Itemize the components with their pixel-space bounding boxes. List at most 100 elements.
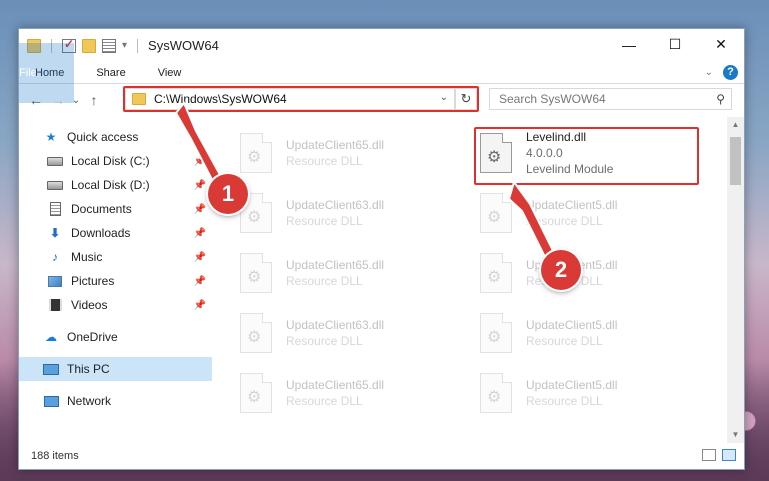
close-button[interactable]: ✕	[698, 29, 744, 60]
list-item[interactable]: ⚙ UpdateClient63.dll Resource DLL	[240, 183, 460, 243]
list-item[interactable]: ⚙ UpdateClient63.dll Resource DLL	[240, 303, 460, 363]
sidebar-item-local-disk-d[interactable]: Local Disk (D:) 📌	[19, 173, 212, 197]
window-title: SysWOW64	[148, 38, 219, 53]
dll-file-icon: ⚙	[480, 193, 512, 233]
file-type: Resource DLL	[286, 214, 363, 228]
file-name: UpdateClient65.dll	[286, 138, 385, 152]
tab-view[interactable]: View	[142, 62, 198, 84]
file-explorer-window: ▾ SysWOW64 — ☐ ✕ File Home Share View ⌄ …	[18, 28, 745, 470]
step-2-badge: 2	[541, 250, 581, 290]
window-controls: — ☐ ✕	[606, 29, 744, 60]
gear-icon: ⚙	[487, 269, 502, 286]
downloads-icon: ⬇	[49, 226, 61, 240]
forward-button[interactable]: →	[47, 92, 69, 108]
gear-icon: ⚙	[247, 209, 262, 226]
file-type: Resource DLL	[286, 334, 363, 348]
dll-file-icon: ⚙	[480, 253, 512, 293]
maximize-button[interactable]: ☐	[652, 29, 698, 60]
sidebar-item-local-disk-c[interactable]: Local Disk (C:) 📌	[19, 149, 212, 173]
pin-icon: 📌	[193, 227, 206, 239]
details-view-icon[interactable]	[702, 449, 716, 461]
title-bar: ▾ SysWOW64 — ☐ ✕	[19, 29, 744, 62]
pin-icon: 📌	[193, 299, 206, 311]
list-item[interactable]: ⚙ UpdateClient65.dll Resource DLL	[240, 243, 460, 303]
disk-icon-wrap	[47, 178, 63, 192]
music-icon: ♪	[52, 250, 58, 264]
search-icon[interactable]: ⚲	[716, 89, 725, 109]
gear-icon: ⚙	[247, 329, 262, 346]
sidebar-item-label: Music	[71, 250, 103, 264]
sidebar-item-videos[interactable]: Videos 📌	[19, 293, 212, 317]
sidebar-item-network[interactable]: Network	[19, 389, 212, 413]
list-item[interactable]: ⚙ UpdateClient65.dll Resource DLL	[240, 363, 460, 423]
onedrive-icon: ☁	[45, 330, 57, 344]
sidebar-item-label: Local Disk (C:)	[71, 154, 150, 168]
vertical-scrollbar[interactable]: ▲ ▼	[727, 117, 744, 443]
pin-icon: 📌	[193, 155, 206, 167]
address-row: ← → ⌄ ↑ C:\Windows\SysWOW64 ⌄ ↻ Search S…	[19, 84, 744, 116]
scroll-down-icon[interactable]: ▼	[727, 427, 744, 443]
sidebar-item-documents[interactable]: Documents 📌	[19, 197, 212, 221]
pictures-icon-wrap	[47, 274, 63, 288]
list-item[interactable]: ⚙ UpdateClient5.dll Resource DLL	[480, 183, 700, 243]
list-item[interactable]: ⚙ UpdateClient5.dllResource DLL	[480, 243, 700, 303]
sidebar-item-onedrive[interactable]: ☁ OneDrive	[19, 325, 212, 349]
tab-share[interactable]: Share	[80, 62, 141, 84]
gear-icon: ⚙	[487, 329, 502, 346]
navigation-pane: ★ Quick access Local Disk (C:) 📌 Local D…	[19, 117, 212, 443]
file-name: UpdateClient65.dll	[286, 258, 385, 272]
sidebar-item-this-pc[interactable]: This PC	[19, 357, 212, 381]
large-icons-view-icon[interactable]	[722, 449, 736, 461]
documents-icon	[49, 202, 61, 216]
file-name: UpdateClient5.dll	[526, 378, 618, 392]
sidebar-item-music[interactable]: ♪ Music 📌	[19, 245, 212, 269]
file-type: Resource DLL	[286, 394, 363, 408]
dll-file-icon: ⚙	[480, 313, 512, 353]
minimize-button[interactable]: —	[606, 29, 652, 60]
list-item[interactable]: ⚙ UpdateClient65.dll Resource DLL	[240, 123, 460, 183]
gear-icon: ⚙	[247, 149, 262, 166]
file-name: UpdateClient5.dll	[526, 198, 618, 212]
pin-icon: 📌	[193, 203, 206, 215]
pin-icon: 📌	[193, 179, 206, 191]
expand-ribbon-icon[interactable]: ⌄	[705, 67, 713, 78]
status-bar: 188 items	[19, 443, 744, 469]
customize-toolbar-icon[interactable]	[102, 38, 116, 53]
file-type: Resource DLL	[526, 214, 603, 228]
disk-icon-wrap	[47, 154, 63, 168]
file-type: Resource DLL	[286, 274, 363, 288]
sidebar-item-pictures[interactable]: Pictures 📌	[19, 269, 212, 293]
disk-icon	[47, 180, 63, 190]
dll-file-icon: ⚙	[240, 313, 272, 353]
scroll-up-icon[interactable]: ▲	[727, 117, 744, 133]
sidebar-item-label: Documents	[71, 202, 132, 216]
sidebar-item-label: Quick access	[67, 130, 139, 144]
ribbon-tabs: File Home Share View ⌄ ?	[19, 42, 744, 103]
sidebar-item-label: Pictures	[71, 274, 115, 288]
search-placeholder: Search SysWOW64	[499, 92, 606, 106]
chevron-down-icon[interactable]: ▾	[122, 40, 127, 51]
sidebar-item-label: Downloads	[71, 226, 131, 240]
up-button[interactable]: ↑	[83, 92, 105, 108]
network-icon	[43, 395, 59, 407]
star-icon: ★	[45, 130, 57, 144]
dll-file-icon: ⚙	[480, 373, 512, 413]
new-folder-icon[interactable]	[82, 38, 96, 53]
file-name: UpdateClient63.dll	[286, 318, 385, 332]
help-icon[interactable]: ?	[723, 65, 738, 80]
step-1-badge: 1	[208, 174, 248, 214]
gear-icon: ⚙	[247, 389, 262, 406]
sidebar-item-downloads[interactable]: ⬇ Downloads 📌	[19, 221, 212, 245]
back-button[interactable]: ←	[25, 92, 47, 108]
search-input[interactable]: Search SysWOW64 ⚲	[489, 88, 732, 110]
dll-file-icon: ⚙	[240, 133, 272, 173]
recent-locations-button[interactable]: ⌄	[69, 95, 83, 106]
list-item[interactable]: ⚙ UpdateClient5.dllResource DLL	[480, 363, 700, 423]
scroll-thumb[interactable]	[730, 137, 741, 185]
this-pc-icon	[43, 363, 59, 375]
this-pc-icon-wrap	[43, 362, 59, 376]
list-item[interactable]: ⚙ UpdateClient5.dllResource DLL	[480, 303, 700, 363]
sidebar-item-quick-access[interactable]: ★ Quick access	[19, 125, 212, 149]
